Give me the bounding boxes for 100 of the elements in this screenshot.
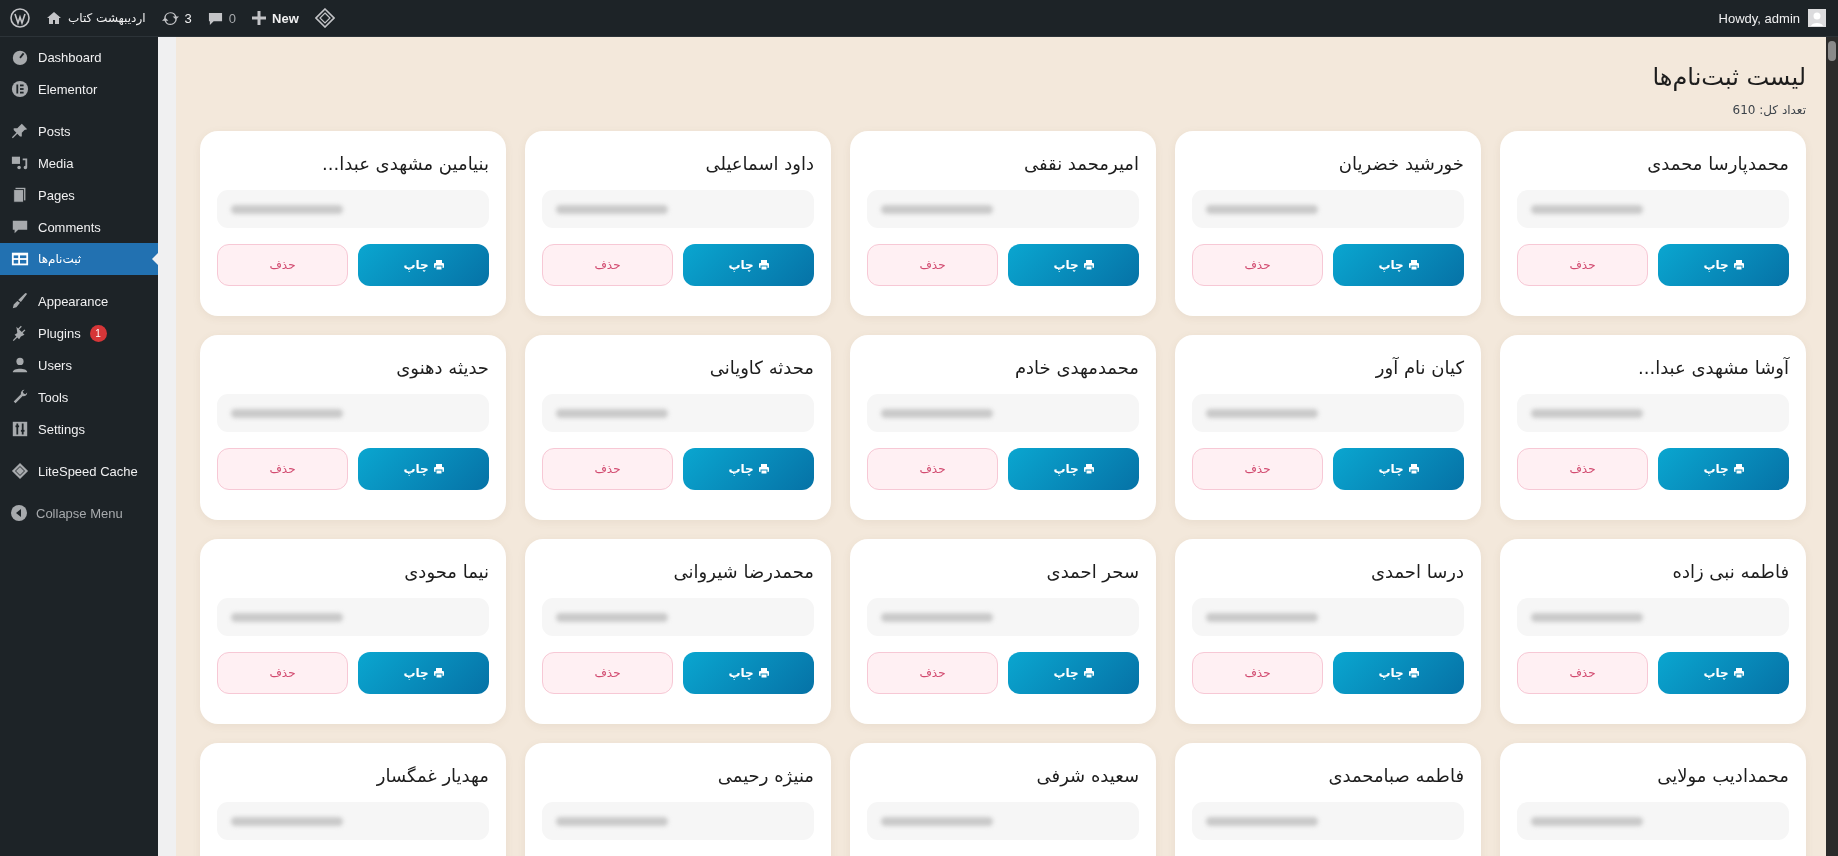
registrant-name: محمدرضا شیروانی [673, 561, 814, 582]
print-button[interactable]: چاپ [1658, 652, 1789, 694]
sidebar-item[interactable]: Dashboard [0, 41, 158, 73]
sidebar-item[interactable]: Tools [0, 381, 158, 413]
registrant-name: درسا احمدی [1370, 561, 1464, 582]
sidebar-item[interactable]: Pages [0, 179, 158, 211]
registrant-name: مهدیار غمگسار [376, 765, 489, 786]
delete-button[interactable]: حذف [867, 244, 998, 286]
sidebar-item[interactable]: Users [0, 349, 158, 381]
delete-button[interactable]: حذف [542, 448, 673, 490]
print-button[interactable]: چاپ [358, 652, 489, 694]
delete-button[interactable]: حذف [1192, 652, 1323, 694]
registrant-name: سحر احمدی [1046, 561, 1139, 582]
page-title: لیست ثبت‌نام‌ها [1651, 63, 1806, 91]
sidebar-item[interactable]: Elementor [0, 73, 158, 105]
total-count: تعداد کل: 610 [1731, 103, 1806, 117]
delete-button[interactable]: حذف [217, 244, 348, 286]
printer-icon [1408, 260, 1419, 270]
printer-icon [1733, 668, 1744, 678]
delete-button[interactable]: حذف [1517, 652, 1648, 694]
paintbrush-icon [11, 292, 29, 310]
pin-icon [11, 122, 29, 140]
print-button[interactable]: چاپ [1658, 448, 1789, 490]
wrench-icon [11, 388, 29, 406]
delete-button[interactable]: حذف [1192, 448, 1323, 490]
collapse-menu-button[interactable]: Collapse Menu [0, 497, 158, 529]
registrant-name: محدثه کاویانی [709, 357, 814, 378]
registrant-name: فاطمه نبی زاده [1672, 561, 1789, 582]
sidebar-item[interactable]: Media [0, 147, 158, 179]
elementor-logo-icon [11, 80, 29, 98]
sidebar-item[interactable]: Appearance [0, 285, 158, 317]
delete-button[interactable]: حذف [542, 244, 673, 286]
site-name-link[interactable]: اردیبهشت کتاب [68, 11, 146, 25]
printer-icon [1083, 260, 1094, 270]
print-button[interactable]: چاپ [683, 652, 814, 694]
printer-icon [1408, 668, 1419, 678]
speech-bubble-icon [207, 10, 223, 26]
refresh-icon [161, 9, 179, 27]
print-button[interactable]: چاپ [358, 448, 489, 490]
delete-button[interactable]: حذف [1517, 448, 1648, 490]
media-icon [11, 154, 29, 172]
wordpress-logo-icon[interactable] [10, 8, 30, 28]
print-button[interactable]: چاپ [1333, 448, 1464, 490]
registrant-name: محمدمهدی خادم [1014, 357, 1139, 378]
print-button[interactable]: چاپ [683, 448, 814, 490]
table-icon [11, 250, 29, 268]
comments-count[interactable]: 0 [228, 10, 237, 26]
printer-icon [758, 464, 769, 474]
sidebar-item[interactable]: LiteSpeed Cache [0, 455, 158, 487]
diamond-icon [11, 462, 29, 480]
greeting-link[interactable]: Howdy, admin [1718, 10, 1800, 26]
print-button[interactable]: چاپ [1658, 244, 1789, 286]
delete-button[interactable]: حذف [542, 652, 673, 694]
registrant-name: آوشا مشهدی عبدا... [1637, 357, 1789, 378]
sidebar-item[interactable]: Settings [0, 413, 158, 445]
printer-icon [433, 260, 444, 270]
print-button[interactable]: چاپ [1008, 448, 1139, 490]
updates-count[interactable]: 3 [184, 10, 192, 26]
sidebar-item[interactable]: Posts [0, 115, 158, 147]
printer-icon [758, 260, 769, 270]
printer-icon [1083, 668, 1094, 678]
delete-button[interactable]: حذف [867, 652, 998, 694]
delete-button[interactable]: حذف [217, 652, 348, 694]
sidebar-item[interactable]: Plugins 1 [0, 317, 158, 349]
registrant-name: منیژه رحیمی [717, 765, 814, 786]
print-button[interactable]: چاپ [358, 244, 489, 286]
gauge-icon [11, 48, 29, 66]
printer-icon [758, 668, 769, 678]
printer-icon [1083, 464, 1094, 474]
registrant-name: خورشید خضریان [1338, 153, 1464, 174]
delete-button[interactable]: حذف [217, 448, 348, 490]
plus-icon [252, 11, 267, 25]
registrant-name: محمدپارسا محمدی [1647, 153, 1789, 174]
printer-icon [1408, 464, 1419, 474]
print-button[interactable]: چاپ [1008, 652, 1139, 694]
scrollbar[interactable] [1826, 37, 1838, 856]
registrant-name: نیما محودی [404, 561, 489, 582]
registrant-name: بنیامین مشهدی عبدا... [322, 153, 489, 174]
person-icon [11, 356, 29, 374]
delete-button[interactable]: حذف [867, 448, 998, 490]
sliders-icon [11, 420, 29, 438]
sidebar-item[interactable]: ثبت‌نام‌ها [0, 243, 158, 275]
print-button[interactable]: چاپ [1333, 244, 1464, 286]
registrant-name: سعیده شرفی [1036, 765, 1139, 786]
print-button[interactable]: چاپ [1008, 244, 1139, 286]
registrant-name: کیان نام آور [1375, 357, 1464, 378]
printer-icon [433, 668, 444, 678]
left-arrow-circle-icon [11, 505, 27, 521]
delete-button[interactable]: حذف [1517, 244, 1648, 286]
registrant-name: حدیثه دهنوی [396, 357, 489, 378]
registrant-name: محمدادیب مولایی [1657, 765, 1789, 786]
diamond-icon[interactable] [314, 8, 335, 28]
print-button[interactable]: چاپ [683, 244, 814, 286]
printer-icon [1733, 464, 1744, 474]
printer-icon [433, 464, 444, 474]
print-button[interactable]: چاپ [1333, 652, 1464, 694]
update-count-badge: 1 [89, 324, 107, 342]
delete-button[interactable]: حذف [1192, 244, 1323, 286]
new-link[interactable]: New [272, 10, 299, 26]
sidebar-item[interactable]: Comments [0, 211, 158, 243]
